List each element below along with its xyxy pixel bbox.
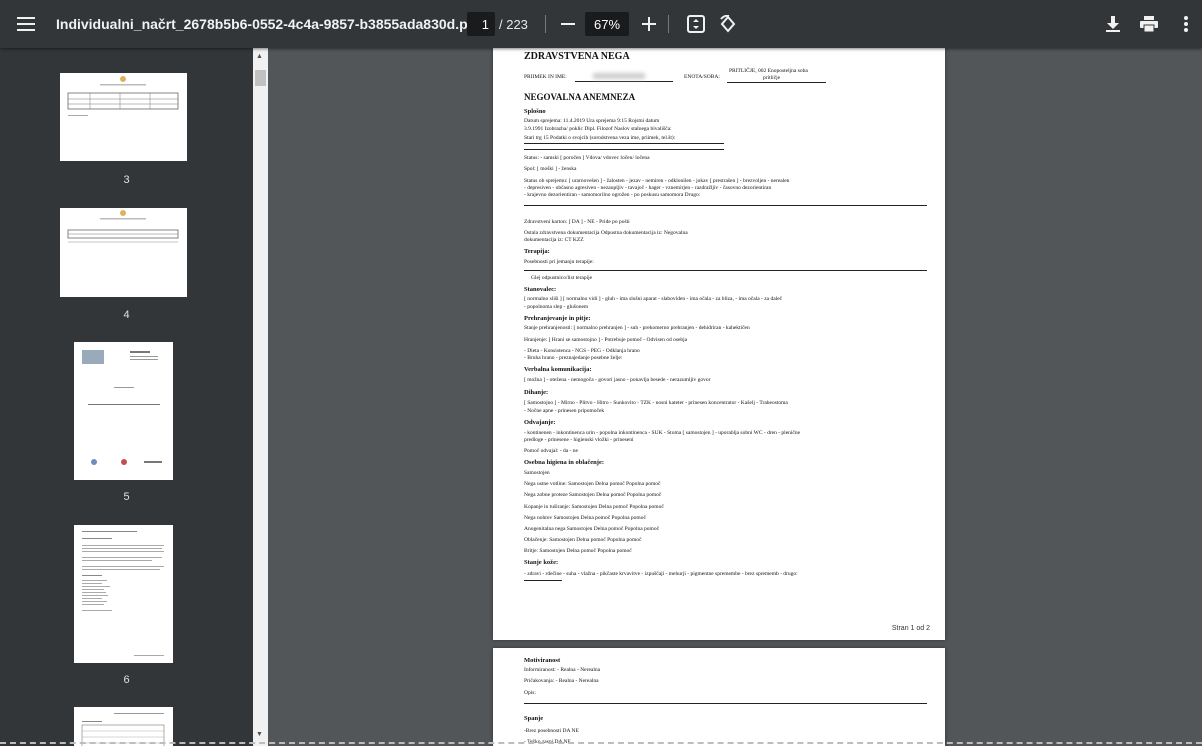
form-line: Status: - samski [ poročen ] Vdova/ vdov… [524,155,650,161]
form-line: 3.9.1991 Izobrazba/ poklic Dipl. Filozof… [524,126,672,132]
toolbar-divider [545,15,546,33]
unit-line [727,82,826,83]
form-line: - Dieta - Konsistenca - NGS - PEG - Odkl… [524,348,640,354]
pdf-page-1: ZDRAVSTVENA NEGA PRIIMEK IN IME: ENOTA/S… [493,48,945,640]
form-line: Anogenitalna nega Samostojen Delna pomoč… [524,526,660,532]
form-heading: Motiviranost [524,657,561,664]
page-thumbnail[interactable] [60,208,187,297]
form-heading: Prehranjevanje in pitje: [524,315,591,322]
rotate-icon[interactable] [716,0,740,48]
page-number-input[interactable]: 1 [467,12,495,36]
form-line: Spol: [ moški ] - ženska [524,166,577,172]
form-line: - zdravi - rdečine - suha - vlažna - pik… [524,571,798,577]
form-line: Nega zobne proteze Samostojen Delna pomo… [524,492,662,498]
thumbnail-sidebar: 3 4 5 6 [0,48,253,746]
form-line: [ normalno sliši ] [ normalno vidi ] - g… [524,296,783,302]
subsection-heading: Splošno [524,108,546,115]
pdf-page-2: Motiviranost Informiranost: - Realna - N… [493,648,945,746]
form-line: predloge - prinesene - higienski vložki … [524,437,634,443]
form-heading: Osebna higiena in oblačenje: [524,459,604,466]
thumbnail-page-number: 6 [123,674,130,686]
form-line: -Brez posebnosti DA NE [524,728,579,734]
form-line: Status ob sprejemu: [ urarnovešen ] - ža… [524,178,790,184]
thumbnail-page-number: 4 [123,309,130,321]
form-heading: Dihanje: [524,389,549,396]
form-heading: Stanje kože: [524,559,559,566]
scroll-up-arrow-icon[interactable]: ▲ [256,53,263,60]
unit-value: PRITLIČJE, 002 Enoposteljna soba [729,68,808,74]
section-heading: NEGOVALNA ANEMNEZA [524,92,636,102]
unit-value-line2: pritličje [763,75,781,81]
toolbar-divider [668,15,669,33]
form-line: Kopanje in tuširanje: Samostojen Delna p… [524,504,664,510]
thumbnail-page-number: 5 [123,491,130,503]
more-options-icon[interactable] [1174,0,1198,48]
page-thumbnail[interactable] [74,707,173,746]
form-line: - Bruha hrano - preznajedanje posebne že… [524,355,623,361]
page-thumbnail[interactable] [74,525,173,663]
form-line: - depresiven - občasno agresiven - nezau… [524,185,772,191]
form-heading: Stanovalec: [524,286,557,293]
form-line: Ostala zdravstvena dokumentacija Odpustn… [524,230,688,236]
zoom-level-input[interactable]: 67% [585,12,629,36]
page-thumbnail[interactable] [74,342,173,480]
form-line: Posebnosti pri jemanju terapije: [524,259,594,265]
menu-icon[interactable] [10,0,42,48]
form-line: Stari trg 15 Podatki o svojcih (sorodstv… [524,135,676,141]
form-line: - krajevno dezorientiran - samomorilno o… [524,192,701,198]
form-line: Hranjenje: [ Hrani se samostojno ] - Pot… [524,337,688,343]
form-line: Samostojen [524,470,550,476]
page-thumbnail[interactable] [60,73,187,161]
form-line: Nega ustne votline: Samostojen Delna pom… [524,481,661,487]
rule [524,143,724,144]
form-heading: Terapija: [524,248,550,255]
document-viewer[interactable]: ZDRAVSTVENA NEGA PRIIMEK IN IME: ENOTA/S… [268,48,1202,746]
form-line: [ Samostojno ] - Mirno - Plitvo - Hitro … [524,400,788,406]
form-line: Zdravstveni karton: [ DA ] - NE - Pride … [524,219,630,225]
sidebar-scrollbar[interactable]: ▲ ▼ [253,48,268,746]
form-line: [ možna ] - otežena - nemogoča - govori … [524,377,711,383]
download-icon[interactable] [1101,0,1125,48]
rule [524,703,927,704]
page-total-label: / 223 [499,16,528,32]
scrollbar-thumb[interactable] [255,70,266,86]
form-heading: Spanje [524,715,544,722]
form-line: dokumentacija iz: CT KZZ [524,237,584,243]
form-line: Stanje prehranjenosti: [ normalno prehra… [524,325,750,331]
rule [524,149,724,150]
bottom-border [0,742,1202,744]
form-line: Britje: Samostojen Delna pomoč Popolna p… [524,548,632,554]
zoom-in-button[interactable] [637,0,661,48]
form-line: - popolnoma slep - glušonem [524,304,589,310]
form-line: Nega nohtov Samostojen Delna pomoč Popol… [524,515,646,521]
redacted-name [593,73,645,79]
patient-name-line [575,81,673,82]
pdf-toolbar: Individualni_načrt_2678b5b6-0552-4c4a-98… [0,0,1202,48]
fit-to-page-icon[interactable] [684,0,708,48]
form-heading: Verbalna komunikacija: [524,366,592,373]
document-title: Individualni_načrt_2678b5b6-0552-4c4a-98… [56,16,481,32]
page-footer: Stran 1 od 2 [891,625,930,632]
print-icon[interactable] [1137,0,1161,48]
form-line: - kontinenen - inkontinenca urin - popol… [524,430,801,436]
thumbnail-page-number: 3 [123,174,130,186]
rule [524,270,927,271]
form-line: Glej odpustnico/list terapije [531,275,593,281]
scroll-down-arrow-icon[interactable]: ▼ [256,731,263,738]
form-heading: Odvajanje: [524,419,556,426]
form-line: Opis: [524,690,536,696]
patient-name-label: PRIIMEK IN IME: [524,74,567,80]
form-line: Datum sprejema: 11.4.2019 Ura sprejema 9… [524,118,660,124]
form-line: Pomoč odvajal: - da - ne [524,448,578,454]
form-line: - Nočne apne - prinesen pripomoček [524,408,605,414]
unit-label: ENOTA/SOBA: [684,74,720,80]
form-line: Pričakovanja: - Realna - Nerealna [524,678,599,684]
zoom-out-button[interactable] [556,0,580,48]
rule [524,205,927,206]
page-heading: ZDRAVSTVENA NEGA [524,51,630,62]
form-line: Informiranost: - Realna - Nerealna [524,667,601,673]
form-line: Oblačenje: Samostojen Delna pomoč Popoln… [524,537,642,543]
rule [524,580,562,581]
